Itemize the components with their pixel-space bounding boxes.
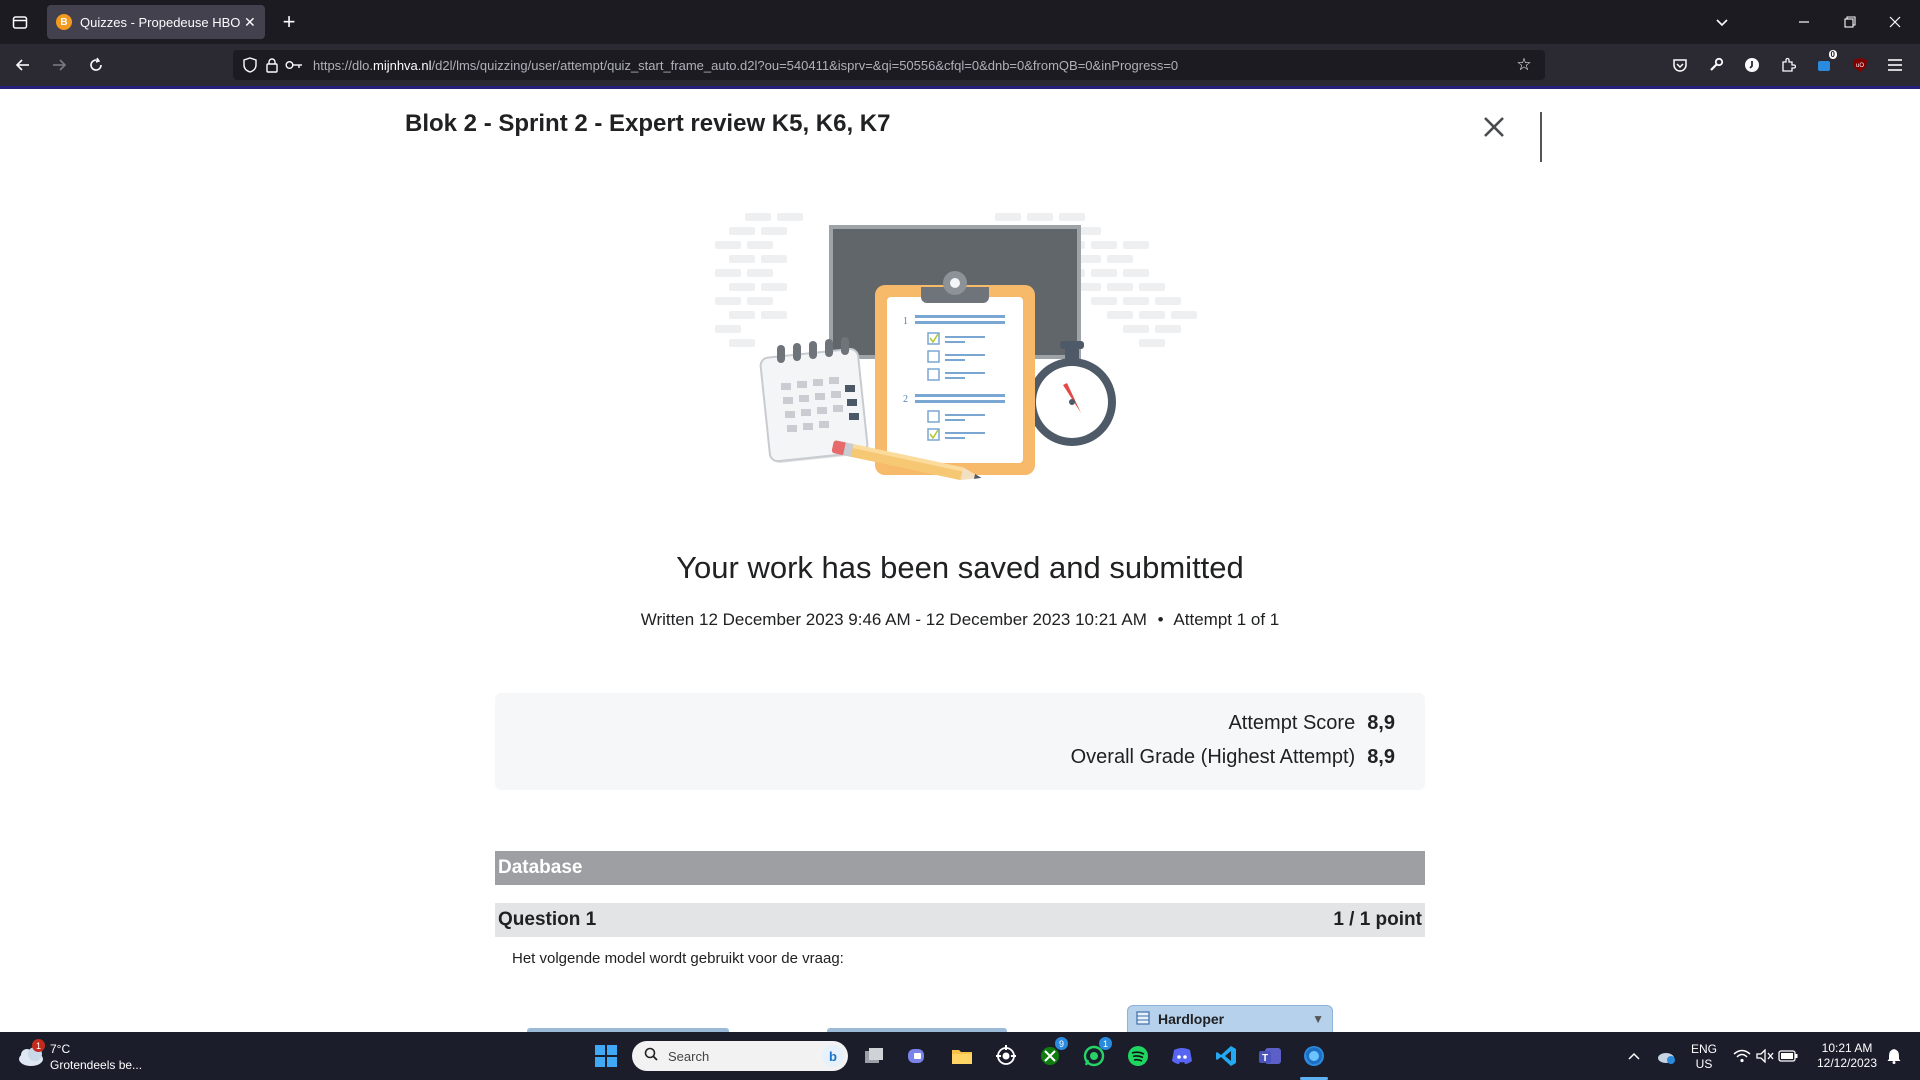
question-title: Question 1 bbox=[498, 909, 597, 930]
ublock-origin-icon[interactable]: uO bbox=[1845, 50, 1875, 80]
onedrive-icon[interactable] bbox=[1650, 1040, 1682, 1072]
spotify-icon[interactable] bbox=[1122, 1040, 1154, 1072]
divider bbox=[1540, 112, 1542, 162]
overall-grade-value: 8,9 bbox=[1367, 746, 1395, 768]
url-prefix: https://dlo. bbox=[313, 57, 373, 73]
firefox-icon[interactable] bbox=[1298, 1040, 1330, 1072]
section-title: Database bbox=[498, 857, 583, 878]
entity-label: Hardloper bbox=[1158, 1011, 1225, 1027]
tab-close-icon[interactable]: ✕ bbox=[244, 14, 256, 31]
minimize-icon[interactable] bbox=[1789, 7, 1819, 37]
svg-text:uO: uO bbox=[1856, 63, 1864, 69]
whatsapp-badge: 1 bbox=[1099, 1037, 1112, 1050]
attempt-info-line: Written 12 December 2023 9:46 AM - 12 De… bbox=[0, 610, 1920, 630]
quiz-submitted-illustration: 1 2 bbox=[715, 205, 1205, 495]
overall-grade-label: Overall Grade (Highest Attempt) bbox=[1070, 746, 1356, 768]
search-icon bbox=[644, 1047, 658, 1066]
container-extension-icon[interactable]: 0 bbox=[1809, 50, 1839, 80]
entity-box-header: Hardloper ▼ bbox=[1127, 1005, 1333, 1033]
clock-date: 12/12/2023 bbox=[1816, 1056, 1878, 1070]
whatsapp-icon[interactable]: 1 bbox=[1078, 1037, 1112, 1072]
table-icon bbox=[1136, 1010, 1150, 1028]
weather-desc: Grotendeels be... bbox=[50, 1058, 143, 1072]
wrench-icon[interactable] bbox=[1701, 50, 1731, 80]
url-domain: mijnhva.nl bbox=[372, 57, 432, 73]
score-summary: Attempt Score 8,9 Overall Grade (Highest… bbox=[495, 693, 1425, 790]
restore-icon[interactable] bbox=[1835, 7, 1865, 37]
task-view-icon[interactable] bbox=[858, 1040, 890, 1072]
account-icon[interactable] bbox=[1737, 50, 1767, 80]
site-favicon-icon: B bbox=[56, 14, 72, 30]
language-indicator[interactable]: ENG US bbox=[1686, 1042, 1722, 1072]
extensions-icon[interactable] bbox=[1773, 50, 1803, 80]
search-placeholder: Search bbox=[668, 1048, 710, 1064]
close-icon[interactable] bbox=[1477, 110, 1511, 144]
bullet-separator: • bbox=[1157, 610, 1164, 629]
forward-icon[interactable] bbox=[44, 50, 74, 80]
close-window-icon[interactable] bbox=[1880, 7, 1910, 37]
show-hidden-icons-icon[interactable] bbox=[1618, 1040, 1650, 1072]
pocket-icon[interactable] bbox=[1665, 50, 1695, 80]
question-text: Het volgende model wordt gebruikt voor d… bbox=[512, 950, 844, 967]
lock-icon[interactable] bbox=[261, 50, 283, 80]
new-tab-button[interactable]: + bbox=[274, 7, 304, 37]
steam-icon[interactable] bbox=[990, 1040, 1022, 1072]
teams-icon[interactable]: T bbox=[1254, 1040, 1286, 1072]
checklist-number-1: 1 bbox=[903, 316, 908, 327]
bing-icon[interactable]: b bbox=[822, 1045, 844, 1067]
weather-text[interactable]: 7°C Grotendeels be... bbox=[50, 1041, 142, 1073]
chevron-down-icon[interactable] bbox=[1707, 7, 1737, 37]
tab-list-icon[interactable] bbox=[5, 7, 35, 37]
page-accent-bar bbox=[0, 86, 1920, 89]
attempt-score-row: Attempt Score 8,9 bbox=[1228, 712, 1395, 735]
url-path: /d2l/lms/quizzing/user/attempt/quiz_star… bbox=[431, 57, 1179, 73]
xbox-icon[interactable]: 9 bbox=[1034, 1037, 1068, 1072]
quiz-title: Blok 2 - Sprint 2 - Expert review K5, K6… bbox=[405, 110, 891, 137]
back-icon[interactable] bbox=[8, 50, 38, 80]
teams-chat-icon[interactable] bbox=[902, 1040, 934, 1072]
shield-icon[interactable] bbox=[239, 50, 261, 80]
vscode-icon[interactable] bbox=[1210, 1040, 1242, 1072]
menu-icon[interactable] bbox=[1880, 50, 1910, 80]
dropdown-arrow-icon[interactable]: ▼ bbox=[1312, 1012, 1324, 1026]
attempt-score-value: 8,9 bbox=[1367, 712, 1395, 734]
section-header: Database bbox=[495, 851, 1425, 885]
notifications-bell-icon[interactable] bbox=[1878, 1040, 1910, 1072]
clock[interactable]: 10:21 AM 12/12/2023 bbox=[1806, 1041, 1888, 1071]
file-explorer-icon[interactable] bbox=[946, 1040, 978, 1072]
written-dates: Written 12 December 2023 9:46 AM - 12 De… bbox=[640, 610, 1147, 629]
overall-grade-row: Overall Grade (Highest Attempt) 8,9 bbox=[1071, 746, 1395, 769]
bookmark-star-icon[interactable]: ☆ bbox=[1509, 50, 1539, 80]
weather-widget[interactable]: 1 bbox=[16, 1039, 50, 1071]
svg-text:T: T bbox=[1262, 1053, 1268, 1064]
url-text[interactable]: https://dlo.mijnhva.nl/d2l/lms/quizzing/… bbox=[313, 58, 1178, 73]
attempt-score-label: Attempt Score bbox=[1228, 712, 1356, 734]
question-points: 1 / 1 point bbox=[1333, 909, 1422, 930]
xbox-badge: 9 bbox=[1055, 1037, 1068, 1050]
question-header: Question 1 1 / 1 point bbox=[495, 903, 1425, 937]
windows-start-icon[interactable] bbox=[590, 1040, 622, 1072]
checklist-number-2: 2 bbox=[903, 394, 908, 405]
taskbar-search[interactable]: Search b bbox=[632, 1041, 848, 1071]
language-top: ENG bbox=[1690, 1042, 1717, 1056]
reload-icon[interactable] bbox=[81, 50, 111, 80]
battery-icon[interactable] bbox=[1772, 1040, 1804, 1072]
browser-tab-active[interactable]: B Quizzes - Propedeuse HBO-ICT ✕ bbox=[47, 5, 265, 39]
clock-time: 10:21 AM bbox=[1821, 1041, 1873, 1055]
submission-heading: Your work has been saved and submitted bbox=[676, 550, 1244, 585]
address-bar[interactable]: https://dlo.mijnhva.nl/d2l/lms/quizzing/… bbox=[233, 50, 1545, 80]
weather-temp: 7°C bbox=[50, 1042, 71, 1056]
key-icon[interactable] bbox=[283, 50, 305, 80]
extension-badge: 0 bbox=[1828, 50, 1837, 59]
language-bottom: US bbox=[1695, 1057, 1713, 1071]
attempt-count: Attempt 1 of 1 bbox=[1173, 610, 1280, 629]
weather-badge: 1 bbox=[32, 1039, 45, 1052]
discord-icon[interactable] bbox=[1166, 1040, 1198, 1072]
tab-title: Quizzes - Propedeuse HBO-ICT bbox=[80, 14, 240, 30]
